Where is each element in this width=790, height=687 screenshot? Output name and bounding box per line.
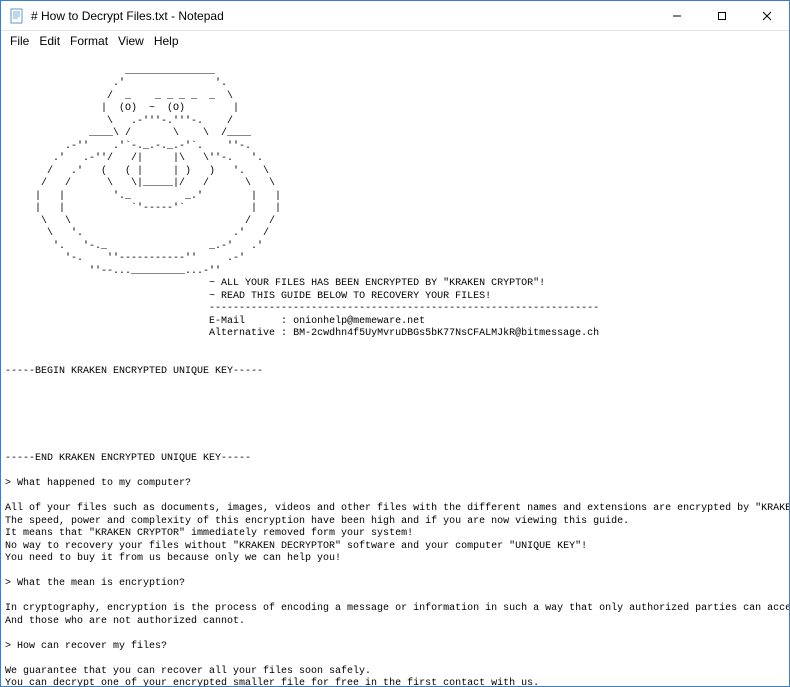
- banner-divider: ----------------------------------------…: [209, 303, 599, 314]
- email-label: E-Mail :: [209, 316, 293, 327]
- answer-2-line-1: In cryptography, encryption is the proce…: [5, 603, 789, 614]
- notepad-window: # How to Decrypt Files.txt - Notepad Fil…: [0, 0, 790, 687]
- answer-2-line-2: And those who are not authorized cannot.: [5, 616, 245, 627]
- email-value: onionhelp@memeware.net: [293, 316, 425, 327]
- answer-1-line-1: All of your files such as documents, ima…: [5, 503, 789, 514]
- menu-view[interactable]: View: [113, 33, 149, 49]
- menubar: File Edit Format View Help: [1, 31, 789, 51]
- menu-help[interactable]: Help: [149, 33, 184, 49]
- banner-line-2: ~ READ THIS GUIDE BELOW TO RECOVERY YOUR…: [209, 291, 491, 302]
- begin-key-marker: -----BEGIN KRAKEN ENCRYPTED UNIQUE KEY--…: [5, 366, 263, 377]
- ascii-art-octopus: _______________ .' '. / _ _ _ _ _ _ \ | …: [5, 66, 281, 277]
- answer-3-line-1: We guarantee that you can recover all yo…: [5, 666, 371, 677]
- end-key-marker: -----END KRAKEN ENCRYPTED UNIQUE KEY----…: [5, 453, 251, 464]
- answer-3-line-2: You can decrypt one of your encrypted sm…: [5, 678, 539, 686]
- menu-edit[interactable]: Edit: [34, 33, 65, 49]
- window-controls: [654, 1, 789, 30]
- titlebar: # How to Decrypt Files.txt - Notepad: [1, 1, 789, 31]
- question-2: > What the mean is encryption?: [5, 578, 185, 589]
- banner-line-1: ~ ALL YOUR FILES HAS BEEN ENCRYPTED BY "…: [209, 278, 545, 289]
- question-3: > How can recover my files?: [5, 641, 167, 652]
- menu-format[interactable]: Format: [65, 33, 113, 49]
- question-1: > What happened to my computer?: [5, 478, 191, 489]
- text-content[interactable]: _______________ .' '. / _ _ _ _ _ _ \ | …: [1, 51, 789, 686]
- menu-file[interactable]: File: [5, 33, 34, 49]
- maximize-button[interactable]: [699, 1, 744, 30]
- alt-label: Alternative :: [209, 328, 293, 339]
- answer-1-line-3: It means that "KRAKEN CRYPTOR" immediate…: [5, 528, 413, 539]
- answer-1-line-5: You need to buy it from us because only …: [5, 553, 341, 564]
- minimize-button[interactable]: [654, 1, 699, 30]
- notepad-icon: [9, 8, 25, 24]
- alt-value: BM-2cwdhn4f5UyMvruDBGs5bK77NsCFALMJkR@bi…: [293, 328, 599, 339]
- close-button[interactable]: [744, 1, 789, 30]
- answer-1-line-2: The speed, power and complexity of this …: [5, 516, 629, 527]
- window-title: # How to Decrypt Files.txt - Notepad: [31, 9, 654, 23]
- answer-1-line-4: No way to recovery your files without "K…: [5, 541, 587, 552]
